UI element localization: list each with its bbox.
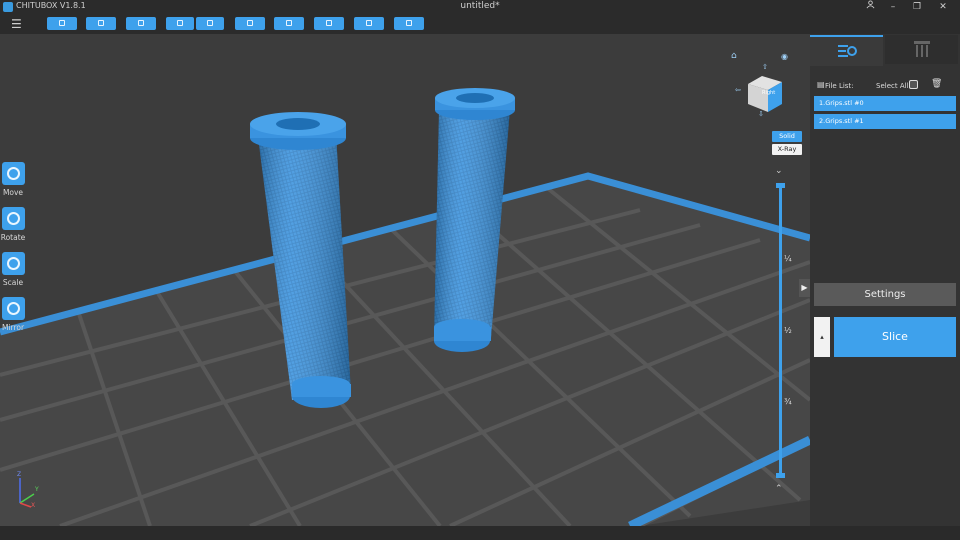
layer-slider-top-handle[interactable] xyxy=(776,183,785,188)
eye-icon[interactable]: ◉ xyxy=(781,52,788,61)
mirror-tool[interactable]: Mirror xyxy=(0,297,26,332)
build-plate-scene xyxy=(0,88,810,526)
tab-supports[interactable] xyxy=(885,35,958,64)
file-list-label: File List: xyxy=(825,82,854,90)
hollow-button[interactable] xyxy=(354,17,384,30)
arrange-icon xyxy=(286,20,292,26)
file-list-item[interactable]: 1.Grips.stl #0 xyxy=(814,96,956,111)
rotate-up-icon[interactable]: ⇧ xyxy=(762,63,768,71)
file-list-item[interactable]: 2.Grips.stl #1 xyxy=(814,114,956,129)
chevron-up-icon[interactable]: ⌃ xyxy=(775,484,783,494)
move-icon xyxy=(1,162,25,185)
trash-icon[interactable]: 🗑 xyxy=(931,79,942,89)
slice-button[interactable]: Slice xyxy=(834,317,956,357)
move-tool[interactable]: Move xyxy=(0,162,26,197)
rotate-left-icon[interactable]: ⇦ xyxy=(735,86,741,94)
support-button[interactable] xyxy=(314,17,344,30)
tab-model-settings[interactable] xyxy=(810,35,883,66)
lock-icon xyxy=(406,20,412,26)
scale-icon xyxy=(1,252,25,275)
view-cube-face-label: Right xyxy=(762,90,776,96)
axis-z-label: Z xyxy=(17,471,22,478)
save-button[interactable] xyxy=(86,17,116,30)
axis-y-label: Y xyxy=(35,486,39,493)
support-tab-icon xyxy=(914,41,930,57)
move-label: Move xyxy=(2,188,24,197)
model-settings-icon xyxy=(838,45,857,57)
menu-icon[interactable]: ☰ xyxy=(11,17,22,31)
support-icon xyxy=(326,20,332,26)
open-file-icon xyxy=(59,20,65,26)
rotate-tool[interactable]: Rotate xyxy=(0,207,26,242)
right-panel: ▤ File List: Select All 🗑 1.Grips.stl #0… xyxy=(810,34,960,526)
slider-tick-half: ½ xyxy=(784,326,792,335)
center-icon xyxy=(247,20,253,26)
axis-x-label: X xyxy=(31,502,36,509)
redo-icon xyxy=(207,20,213,26)
scale-label: Scale xyxy=(2,278,24,287)
restore-button[interactable]: ❐ xyxy=(906,0,928,14)
view-cube[interactable]: Right xyxy=(742,72,802,128)
open-file-button[interactable] xyxy=(47,17,77,30)
solid-view-button[interactable]: Solid xyxy=(772,131,802,142)
undo-button[interactable] xyxy=(166,17,194,30)
mirror-icon xyxy=(1,297,25,320)
lock-button[interactable] xyxy=(394,17,424,30)
minimize-button[interactable]: – xyxy=(882,0,904,14)
xray-view-button[interactable]: X-Ray xyxy=(772,144,802,155)
home-view-icon[interactable]: ⌂ xyxy=(731,51,737,61)
rotate-down-icon[interactable]: ⇩ xyxy=(758,110,764,118)
scale-tool[interactable]: Scale xyxy=(0,252,26,287)
select-icon xyxy=(138,20,144,26)
status-bar xyxy=(0,526,960,540)
arrange-button[interactable] xyxy=(274,17,304,30)
rotate-label: Rotate xyxy=(0,233,26,242)
save-icon xyxy=(98,20,104,26)
slice-options-button[interactable]: ▴ xyxy=(814,317,830,357)
layer-slider[interactable] xyxy=(779,186,782,476)
redo-button[interactable] xyxy=(196,17,224,30)
settings-button[interactable]: Settings xyxy=(814,283,956,306)
file-icon: ▤ xyxy=(817,80,825,89)
hollow-icon xyxy=(366,20,372,26)
undo-icon xyxy=(177,20,183,26)
panel-expand-button[interactable]: ▶ xyxy=(799,279,810,297)
layer-slider-bottom-handle[interactable] xyxy=(776,473,785,478)
slider-tick-quarter: ¼ xyxy=(784,254,792,263)
slider-tick-three-quarter: ¾ xyxy=(784,397,792,406)
close-button[interactable]: ✕ xyxy=(932,0,954,14)
user-icon[interactable] xyxy=(859,0,881,14)
toolbar: ☰ xyxy=(0,14,960,34)
chevron-down-icon[interactable]: ⌄ xyxy=(775,166,783,176)
select-all-label: Select All xyxy=(876,82,909,90)
select-button[interactable] xyxy=(126,17,156,30)
center-button[interactable] xyxy=(235,17,265,30)
document-title: untitled* xyxy=(460,1,500,11)
mirror-label: Mirror xyxy=(1,323,25,332)
select-all-checkbox[interactable] xyxy=(909,80,918,89)
rotate-icon xyxy=(1,207,25,230)
viewport-3d[interactable]: Z Y X xyxy=(0,34,810,526)
title-bar: CHITUBOX V1.8.1 untitled* – ❐ ✕ xyxy=(0,0,960,14)
